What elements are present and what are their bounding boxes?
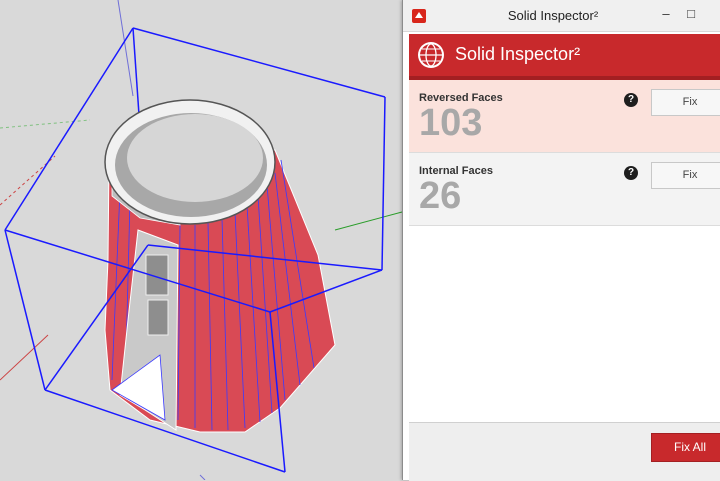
blue-axis-lower [199,474,206,480]
inspector-footer: Fix All [409,422,720,481]
fix-internal-faces-button[interactable]: Fix [651,162,720,189]
issue-row-internal-faces: Internal Faces 26 ? Fix [409,153,720,226]
inspector-title: Solid Inspector² [455,44,581,64]
inspector-header: Solid Inspector² [409,34,720,80]
green-axis-dashed [0,119,91,129]
issue-count: 26 [419,175,462,217]
fix-all-button[interactable]: Fix All [651,433,720,462]
solid-inspector-window: Solid Inspector² – □ Solid Inspector² Re… [402,0,720,481]
green-axis [334,211,403,231]
solid-inspector-globe-icon [418,42,444,68]
issue-count: 103 [419,102,483,144]
help-icon[interactable]: ? [624,166,638,180]
cone-inner-wall [127,114,263,202]
minimize-button[interactable]: – [658,6,674,22]
fix-reversed-faces-button[interactable]: Fix [651,89,720,116]
inner-slot-2 [147,299,169,336]
maximize-button[interactable]: □ [683,6,699,22]
issues-list: Reversed Faces 103 ? Fix Internal Faces … [409,80,720,422]
window-titlebar[interactable]: Solid Inspector² – □ [403,0,720,32]
help-icon[interactable]: ? [624,93,638,107]
issue-row-reversed-faces: Reversed Faces 103 ? Fix [409,80,720,153]
